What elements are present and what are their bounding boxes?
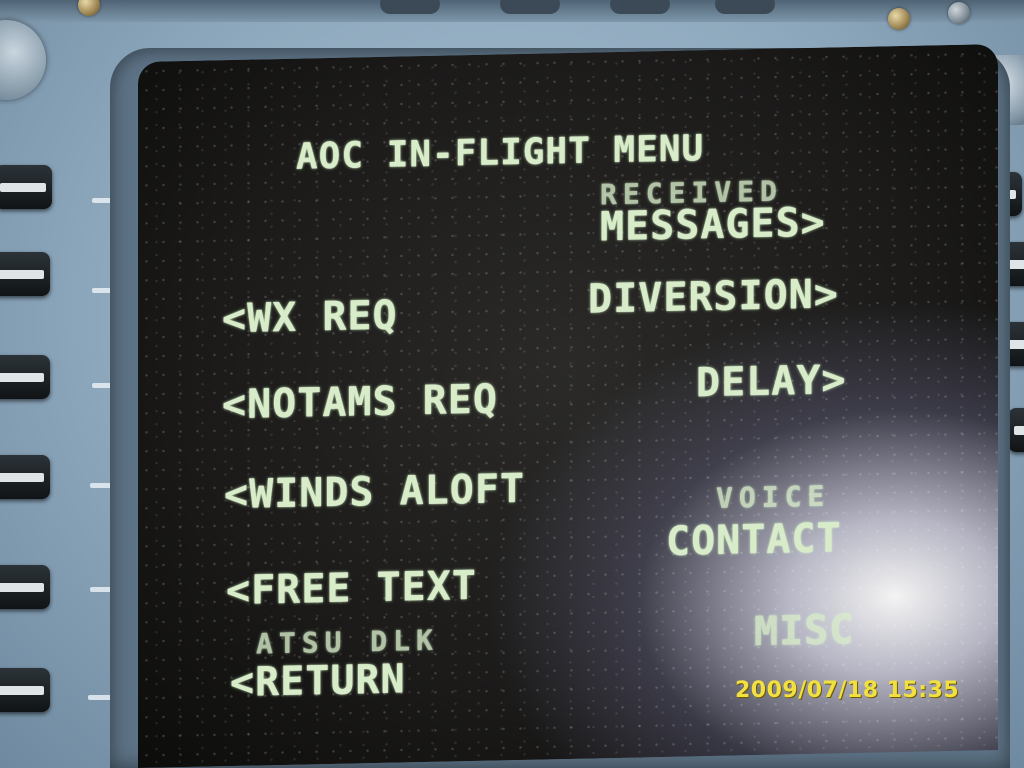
lsk-3l-button[interactable] bbox=[0, 355, 50, 399]
top-switch[interactable] bbox=[610, 0, 670, 14]
photo-timestamp: 2009/07/18 15:35 bbox=[735, 678, 960, 703]
lsk-6l-button[interactable] bbox=[0, 668, 50, 712]
mcdu-display: AOC IN-FLIGHT MENU RECEIVED MESSAGES> DI… bbox=[138, 43, 998, 768]
received-messages-item[interactable]: MESSAGES> bbox=[600, 200, 826, 251]
lsk-1l-button[interactable] bbox=[0, 165, 52, 209]
screw-icon bbox=[888, 8, 910, 30]
page-title: AOC IN-FLIGHT MENU bbox=[296, 128, 705, 178]
brightness-knob[interactable] bbox=[0, 20, 46, 100]
wx-req-item[interactable]: <WX REQ bbox=[222, 293, 398, 343]
lsk-2l-button[interactable] bbox=[0, 252, 50, 296]
top-panel bbox=[0, 0, 1024, 22]
notams-req-item[interactable]: <NOTAMS REQ bbox=[222, 376, 498, 428]
screw-icon bbox=[948, 2, 970, 24]
voice-contact-item[interactable]: CONTACT bbox=[666, 515, 842, 565]
delay-item[interactable]: DELAY> bbox=[696, 357, 847, 406]
return-item[interactable]: <RETURN bbox=[230, 656, 406, 706]
atsu-dlk-sublabel: ATSU DLK bbox=[256, 623, 439, 661]
top-switch[interactable] bbox=[500, 0, 560, 14]
top-switch[interactable] bbox=[715, 0, 775, 14]
diversion-item[interactable]: DIVERSION> bbox=[588, 271, 839, 322]
top-switch[interactable] bbox=[380, 0, 440, 14]
voice-contact-sublabel: VOICE bbox=[716, 479, 831, 515]
lsk-4r-button[interactable] bbox=[1008, 408, 1024, 452]
misc-item[interactable]: MISC bbox=[754, 607, 854, 655]
mcdu-bezel: AOC IN-FLIGHT MENU RECEIVED MESSAGES> DI… bbox=[0, 0, 1024, 768]
winds-aloft-item[interactable]: <WINDS ALOFT bbox=[224, 466, 525, 518]
lsk-4l-button[interactable] bbox=[0, 455, 50, 499]
lsk-5l-button[interactable] bbox=[0, 565, 50, 609]
free-text-item[interactable]: <FREE TEXT bbox=[226, 563, 477, 614]
